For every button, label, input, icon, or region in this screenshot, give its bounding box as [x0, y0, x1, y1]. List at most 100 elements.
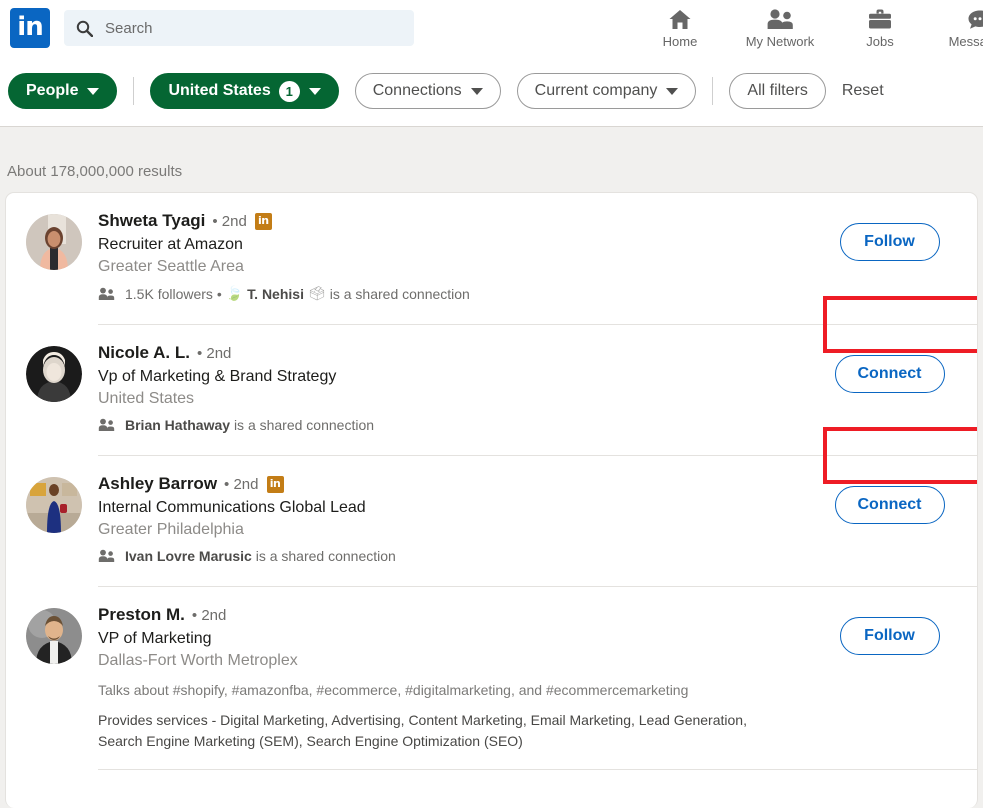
filter-separator-1: [133, 77, 135, 105]
action-cell: Follow: [802, 605, 977, 751]
people-small-icon: [98, 287, 115, 301]
linkedin-premium-badge-icon: in: [254, 212, 272, 230]
chevron-down-icon: [308, 87, 321, 95]
shared-connection-suffix: is a shared connection: [329, 285, 470, 302]
profile-name[interactable]: Shweta Tyagi: [98, 211, 205, 231]
result-row[interactable]: Ashley Barrow • 2nd in Internal Communic…: [6, 427, 977, 564]
result-row[interactable]: Shweta Tyagi • 2nd in Recruiter at Amazo…: [6, 193, 977, 302]
filter-location-label: United States: [168, 82, 271, 99]
action-cell: Follow: [802, 211, 977, 302]
nav-item-my-network[interactable]: My Network: [730, 0, 830, 56]
shared-connection-line: 1.5K followers • 🍃 T. Nehisi 🗳 is a shar…: [98, 285, 790, 302]
filter-current-company[interactable]: Current company: [516, 73, 697, 109]
avatar-cell: [6, 474, 98, 564]
result-row[interactable]: Nicole A. L. • 2nd Vp of Marketing & Bra…: [6, 296, 977, 433]
filter-connections-label: Connections: [372, 82, 462, 99]
follow-button[interactable]: Follow: [839, 617, 940, 655]
filter-separator-2: [712, 77, 714, 105]
filter-location[interactable]: United States 1: [150, 73, 339, 109]
name-line: Shweta Tyagi • 2nd in: [98, 211, 790, 231]
connection-degree: • 2nd: [196, 344, 232, 362]
nav-item-jobs[interactable]: Jobs: [830, 0, 930, 56]
profile-name[interactable]: Ashley Barrow: [98, 474, 217, 494]
filter-connections[interactable]: Connections: [354, 73, 501, 109]
avatar-cell: [6, 211, 98, 302]
search-results-card: Shweta Tyagi • 2nd in Recruiter at Amazo…: [5, 192, 978, 808]
nav-item-my-network-label: My Network: [745, 34, 815, 49]
profile-headline: Internal Communications Global Lead: [98, 499, 366, 516]
profile-name[interactable]: Preston M.: [98, 605, 185, 625]
briefcase-icon: [867, 7, 893, 31]
result-row[interactable]: Preston M. • 2nd VP of Marketing Dallas-…: [6, 587, 977, 751]
row-divider: [98, 768, 977, 770]
talks-about-line: Talks about #shopify, #amazonfba, #ecomm…: [98, 682, 689, 698]
search-input[interactable]: [105, 19, 402, 37]
filter-all-filters[interactable]: All filters: [729, 73, 826, 109]
connect-button[interactable]: Connect: [834, 486, 945, 524]
leaf-glyph-icon: 🍃: [225, 285, 244, 301]
nav-item-jobs-label: Jobs: [866, 34, 894, 49]
shared-connection-line: Brian Hathaway is a shared connection: [98, 417, 790, 433]
connection-degree: • 2nd: [212, 212, 247, 230]
follow-button[interactable]: Follow: [839, 223, 940, 261]
avatar-cell: [6, 605, 98, 751]
profile-headline: Recruiter at Amazon: [98, 236, 243, 253]
shared-connection-name[interactable]: T. Nehisi: [247, 286, 304, 302]
avatar[interactable]: [26, 346, 82, 402]
profile-location: Dallas-Fort Worth Metroplex: [98, 652, 298, 669]
shared-connection-name[interactable]: Ivan Lovre Marusic: [125, 548, 252, 564]
provides-services-line: Provides services - Digital Marketing, A…: [98, 712, 747, 749]
profile-location: United States: [98, 390, 195, 407]
box-glyph-icon: 🗳: [307, 285, 326, 301]
profile-location: Greater Philadelphia: [98, 521, 244, 538]
profile-info: Preston M. • 2nd VP of Marketing Dallas-…: [98, 605, 802, 751]
filter-people[interactable]: People: [8, 73, 118, 109]
filter-people-label: People: [26, 82, 79, 99]
connection-degree: • 2nd: [224, 475, 259, 493]
chevron-down-icon: [87, 87, 100, 95]
top-navigation-bar: in Home: [0, 0, 983, 56]
profile-info: Shweta Tyagi • 2nd in Recruiter at Amazo…: [98, 211, 802, 302]
message-bubble-icon: [967, 7, 983, 31]
profile-info: Ashley Barrow • 2nd in Internal Communic…: [98, 474, 802, 564]
people-icon: [766, 7, 794, 31]
nav-item-home[interactable]: Home: [630, 0, 730, 56]
people-small-icon: [98, 418, 115, 432]
connect-button[interactable]: Connect: [834, 355, 945, 393]
results-count: About 178,000,000 results: [7, 163, 183, 180]
reset-filters-button[interactable]: Reset: [842, 82, 884, 100]
action-cell: Connect: [802, 343, 977, 433]
avatar[interactable]: [26, 477, 82, 533]
profile-headline: Vp of Marketing & Brand Strategy: [98, 368, 337, 385]
avatar-cell: [6, 343, 98, 433]
shared-connection-line: Ivan Lovre Marusic is a shared connectio…: [98, 548, 790, 564]
filter-bar: People United States 1 Connections Curre…: [0, 56, 983, 127]
action-cell: Connect: [802, 474, 977, 564]
avatar[interactable]: [26, 608, 82, 664]
filter-current-company-label: Current company: [534, 82, 658, 99]
nav-items: Home My Network Jobs Mess: [630, 0, 983, 56]
nav-item-home-label: Home: [662, 34, 698, 49]
filter-all-filters-label: All filters: [747, 82, 808, 99]
search-icon: [76, 20, 93, 37]
nav-item-messaging[interactable]: Messaging: [930, 0, 983, 56]
name-line: Nicole A. L. • 2nd: [98, 343, 790, 363]
connection-degree: • 2nd: [191, 606, 227, 624]
shared-connection-name[interactable]: Brian Hathaway: [125, 417, 230, 433]
shared-connection-suffix: is a shared connection: [233, 417, 375, 433]
people-small-icon: [98, 549, 115, 563]
name-line: Ashley Barrow • 2nd in: [98, 474, 790, 494]
avatar[interactable]: [26, 214, 82, 270]
profile-location: Greater Seattle Area: [98, 258, 244, 275]
profile-headline: VP of Marketing: [98, 630, 212, 647]
chevron-down-icon: [470, 87, 483, 95]
profile-name[interactable]: Nicole A. L.: [98, 343, 190, 363]
shared-connection-suffix: is a shared connection: [255, 548, 396, 564]
search-box[interactable]: [64, 10, 414, 46]
followers-count: 1.5K followers •: [125, 285, 222, 302]
linkedin-premium-badge-icon: in: [266, 475, 284, 493]
chevron-down-icon: [666, 87, 679, 95]
nav-item-messaging-label: Messaging: [948, 34, 983, 49]
linkedin-logo-icon[interactable]: in: [10, 8, 50, 48]
home-icon: [668, 7, 692, 31]
